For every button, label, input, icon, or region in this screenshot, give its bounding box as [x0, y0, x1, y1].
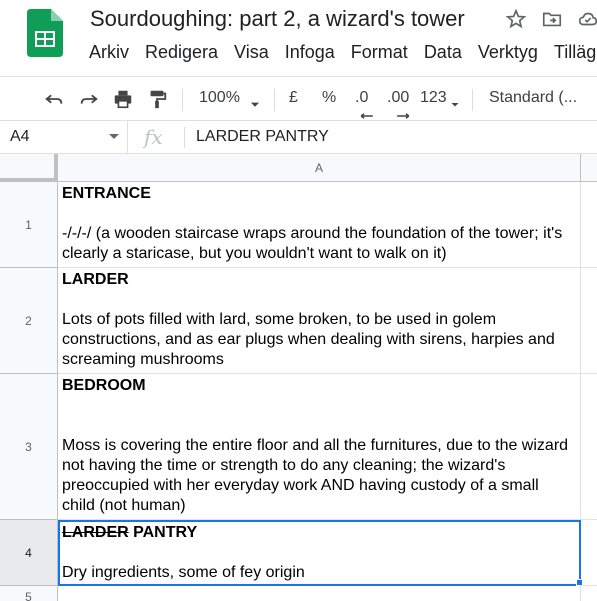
google-sheets-icon[interactable] [27, 9, 63, 57]
column-header-b[interactable] [581, 154, 597, 182]
document-title[interactable]: Sourdoughing: part 2, a wizard's tower [90, 6, 465, 32]
star-icon[interactable] [505, 8, 527, 35]
cell-title: LARDER PANTRY [62, 523, 576, 543]
redo-icon[interactable] [78, 87, 100, 111]
cell-b4[interactable] [581, 520, 597, 586]
row-header-3[interactable]: 3 [0, 374, 58, 520]
cell-body: Lots of pots filled with lard, some brok… [62, 311, 555, 368]
cell-a4[interactable]: LARDER PANTRY Dry ingredients, some of f… [58, 520, 581, 586]
struck-text: LARDER [62, 524, 129, 541]
fx-icon: fx [144, 125, 163, 149]
toolbar-separator [182, 89, 183, 111]
move-folder-icon[interactable] [541, 8, 563, 35]
more-formats-chevron-down-icon[interactable] [449, 93, 461, 117]
menu-bar: Arkiv Redigera Visa Infoga Format Data V… [89, 42, 597, 63]
menu-infoga[interactable]: Infoga [285, 42, 335, 63]
cell-reference: A4 [10, 128, 30, 145]
row-header-4[interactable]: 4 [0, 520, 58, 586]
sheet-grid: A 1 ENTRANCE -/-/-/ (a wooden staircase … [0, 154, 597, 601]
cell-a3[interactable]: BEDROOM Moss is covering the entire floo… [58, 374, 581, 520]
cell-title: ENTRANCE [62, 185, 151, 202]
formula-separator [184, 127, 185, 148]
cell-b2[interactable] [581, 268, 597, 374]
cell-title: BEDROOM [62, 377, 146, 394]
select-all-corner[interactable] [0, 154, 58, 182]
font-family-select[interactable]: Standard (... [489, 89, 577, 107]
cloud-saved-icon[interactable] [577, 8, 597, 35]
print-icon[interactable] [112, 87, 134, 111]
paint-format-icon[interactable] [146, 87, 168, 111]
title-bar: Sourdoughing: part 2, a wizard's tower A… [0, 0, 597, 76]
name-box[interactable]: A4 [0, 121, 128, 154]
zoom-select[interactable]: 100% [199, 89, 240, 107]
row-header-2[interactable]: 2 [0, 268, 58, 374]
row-header-5[interactable]: 5 [0, 586, 58, 601]
menu-visa[interactable]: Visa [234, 42, 269, 63]
percent-format-button[interactable]: % [322, 89, 336, 107]
zoom-chevron-down-icon[interactable] [248, 93, 262, 117]
toolbar: 100% £ % .0 .00 123 Standard (... [0, 76, 597, 120]
menu-tillagg[interactable]: Tilläg [554, 42, 596, 63]
title-rest: PANTRY [128, 524, 198, 541]
cell-a2[interactable]: LARDER Lots of pots filled with lard, so… [58, 268, 581, 374]
row-header-1[interactable]: 1 [0, 182, 58, 268]
column-header-a[interactable]: A [58, 154, 581, 182]
cell-b3[interactable] [581, 374, 597, 520]
cell-b1[interactable] [581, 182, 597, 268]
cell-title: LARDER [62, 271, 129, 288]
formula-input[interactable]: LARDER PANTRY [196, 128, 329, 146]
currency-format-button[interactable]: £ [289, 89, 298, 107]
menu-data[interactable]: Data [424, 42, 462, 63]
menu-format[interactable]: Format [351, 42, 408, 63]
cell-body: Moss is covering the entire floor and al… [62, 437, 569, 514]
menu-arkiv[interactable]: Arkiv [89, 42, 129, 63]
menu-redigera[interactable]: Redigera [145, 42, 218, 63]
cell-body: Dry ingredients, some of fey origin [62, 564, 305, 581]
undo-icon[interactable] [43, 87, 65, 111]
toolbar-separator [274, 89, 275, 111]
cell-a1[interactable]: ENTRANCE -/-/-/ (a wooden staircase wrap… [58, 182, 581, 268]
name-box-chevron-down-icon[interactable] [109, 134, 119, 139]
menu-verktyg[interactable]: Verktyg [478, 42, 538, 63]
toolbar-separator [472, 89, 473, 111]
cell-body: -/-/-/ (a wooden staircase wraps around … [62, 225, 563, 262]
more-formats-button[interactable]: 123 [420, 89, 447, 107]
cell-a5[interactable] [58, 586, 581, 601]
formula-bar: A4 fx LARDER PANTRY [0, 120, 597, 154]
